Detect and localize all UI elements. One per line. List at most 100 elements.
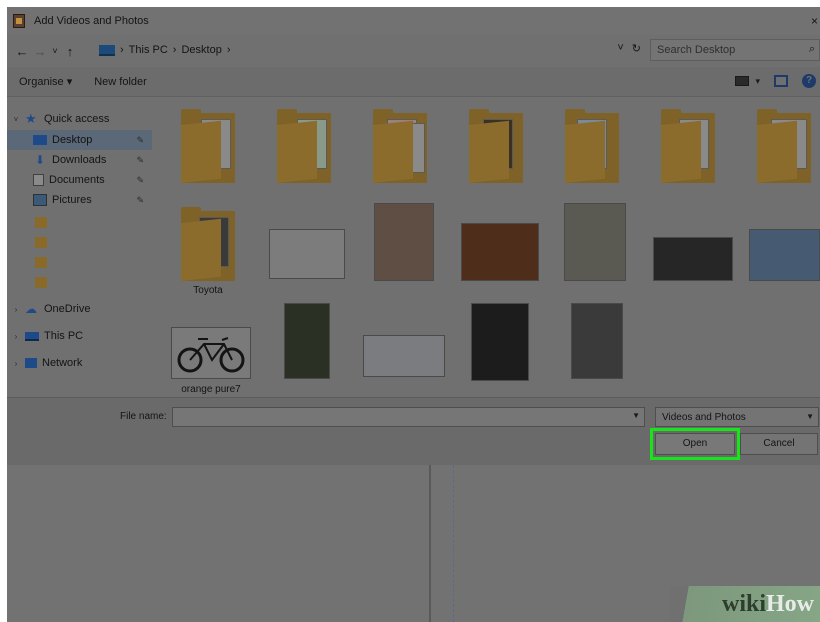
folder-icon — [35, 256, 47, 268]
search-box[interactable]: ⌕ — [650, 39, 820, 61]
file-label: Toyota — [193, 285, 223, 296]
folder-item[interactable] — [181, 109, 235, 183]
open-button[interactable]: Open — [650, 428, 740, 460]
collapsed-chevron-icon[interactable]: › — [11, 332, 21, 341]
image-thumbnail[interactable] — [571, 303, 623, 379]
collapsed-chevron-icon[interactable]: › — [11, 359, 21, 368]
image-thumbnail[interactable] — [284, 303, 330, 379]
divider — [429, 465, 431, 622]
sidebar-item-pictures[interactable]: Pictures ✎ — [7, 190, 152, 210]
desktop-icon — [33, 135, 47, 145]
forward-arrow-icon[interactable]: → — [31, 44, 49, 59]
sidebar-item-label: Quick access — [44, 113, 110, 125]
folder-icon — [181, 109, 235, 183]
computer-icon — [25, 331, 39, 341]
sidebar-item-onedrive[interactable]: › ☁ OneDrive — [7, 299, 152, 319]
help-icon[interactable]: ? — [802, 74, 816, 88]
file-name-input[interactable] — [173, 408, 623, 426]
sidebar-item-folder[interactable] — [7, 232, 152, 252]
breadcrumb-separator: › — [120, 44, 124, 56]
download-icon: ⬇ — [34, 153, 46, 167]
pin-icon: ✎ — [136, 154, 144, 165]
sidebar-item-label: Downloads — [52, 154, 107, 166]
navigation-row: ← → ˅ ↑ › This PC › Desktop › ˅ ↻ ⌕ — [7, 35, 820, 67]
sidebar-item-desktop[interactable]: Desktop ✎ — [7, 130, 152, 150]
image-thumbnail[interactable] — [471, 303, 529, 381]
sidebar-item-label: Network — [42, 357, 83, 369]
folder-icon — [35, 216, 47, 228]
sidebar-item-folder[interactable] — [7, 252, 152, 272]
search-input[interactable] — [657, 44, 797, 56]
organise-button[interactable]: Organise ▾ — [19, 75, 72, 88]
image-thumbnail[interactable] — [461, 223, 539, 281]
sidebar-item-label: This PC — [44, 330, 84, 342]
cloud-icon: ☁ — [25, 302, 37, 316]
file-name-bar: File name: ▼ Videos and Photos ▼ Open Ca… — [7, 397, 820, 465]
breadcrumb-desktop[interactable]: Desktop — [181, 44, 221, 56]
close-icon[interactable]: × — [811, 14, 818, 28]
image-thumbnail[interactable] — [564, 203, 626, 281]
up-arrow-icon[interactable]: ↑ — [61, 44, 79, 59]
title-bar: Add Videos and Photos × — [7, 7, 820, 35]
view-dropdown-icon[interactable]: ▾ — [755, 76, 760, 87]
folder-icon — [373, 109, 427, 183]
watermark-how: How — [766, 591, 814, 617]
sidebar-item-folder[interactable] — [7, 212, 152, 232]
folder-item[interactable] — [469, 109, 523, 183]
file-type-select[interactable]: Videos and Photos ▼ — [655, 407, 819, 427]
folder-item[interactable] — [757, 109, 811, 183]
image-thumbnail[interactable] — [171, 327, 251, 379]
file-name-field[interactable]: ▼ — [172, 407, 645, 427]
address-bar[interactable]: › This PC › Desktop › ˅ ↻ — [99, 39, 645, 61]
image-thumbnail[interactable] — [374, 203, 434, 281]
folder-item[interactable] — [373, 109, 427, 183]
sidebar-item-label: Pictures — [52, 194, 92, 206]
sidebar-item-quick-access[interactable]: ˅ ★ Quick access — [7, 109, 152, 129]
image-thumbnail[interactable] — [363, 335, 445, 377]
this-pc-icon — [99, 44, 115, 56]
folder-item[interactable] — [277, 109, 331, 183]
navigation-pane: ˅ ★ Quick access Desktop ✎ ⬇ Downloads ✎… — [7, 97, 152, 397]
breadcrumb-separator: › — [172, 44, 177, 56]
new-folder-button[interactable]: New folder — [94, 76, 147, 88]
watermark-wiki: wiki — [721, 591, 766, 617]
search-icon[interactable]: ⌕ — [809, 43, 815, 56]
sidebar-item-this-pc[interactable]: › This PC — [7, 326, 152, 346]
star-icon: ★ — [25, 111, 37, 126]
breadcrumb-this-pc[interactable]: This PC — [129, 44, 168, 56]
collapsed-chevron-icon[interactable]: › — [11, 305, 21, 314]
view-options-icon[interactable] — [735, 76, 750, 86]
expanded-chevron-icon[interactable]: ˅ — [11, 115, 21, 124]
breadcrumb-separator[interactable]: › — [227, 44, 231, 56]
image-thumbnail[interactable] — [749, 229, 820, 281]
cancel-button[interactable]: Cancel — [740, 433, 818, 455]
pictures-icon — [33, 194, 47, 206]
bicycle-icon — [177, 337, 245, 373]
pin-icon: ✎ — [136, 134, 144, 145]
guide-line — [453, 465, 454, 622]
file-grid: Toyota orange pure7 — [159, 99, 820, 399]
folder-icon — [469, 109, 523, 183]
command-toolbar: Organise ▾ New folder ▾ ? — [7, 67, 820, 97]
sidebar-item-network[interactable]: › Network — [7, 353, 152, 373]
back-arrow-icon[interactable]: ← — [13, 44, 31, 59]
folder-item[interactable] — [565, 109, 619, 183]
image-thumbnail[interactable] — [269, 229, 345, 279]
preview-pane-icon[interactable] — [774, 75, 788, 87]
folder-item[interactable] — [181, 207, 235, 281]
chevron-down-icon[interactable]: ▼ — [806, 412, 814, 421]
sidebar-item-downloads[interactable]: ⬇ Downloads ✎ — [7, 150, 152, 170]
app-icon — [13, 14, 25, 28]
sidebar-item-documents[interactable]: Documents ✎ — [7, 170, 152, 190]
refresh-icon[interactable]: ↻ — [632, 42, 641, 55]
sidebar-item-folder[interactable] — [7, 272, 152, 292]
address-dropdown-icon[interactable]: ˅ — [617, 42, 623, 55]
recent-locations-icon[interactable]: ˅ — [49, 46, 61, 56]
chevron-down-icon[interactable]: ▼ — [632, 411, 640, 420]
file-type-value: Videos and Photos — [662, 412, 746, 423]
wikihow-watermark: wikiHow — [670, 586, 820, 622]
folder-item[interactable] — [661, 109, 715, 183]
documents-icon — [33, 174, 44, 186]
file-name-label: File name: — [120, 411, 167, 422]
image-thumbnail[interactable] — [653, 237, 733, 281]
